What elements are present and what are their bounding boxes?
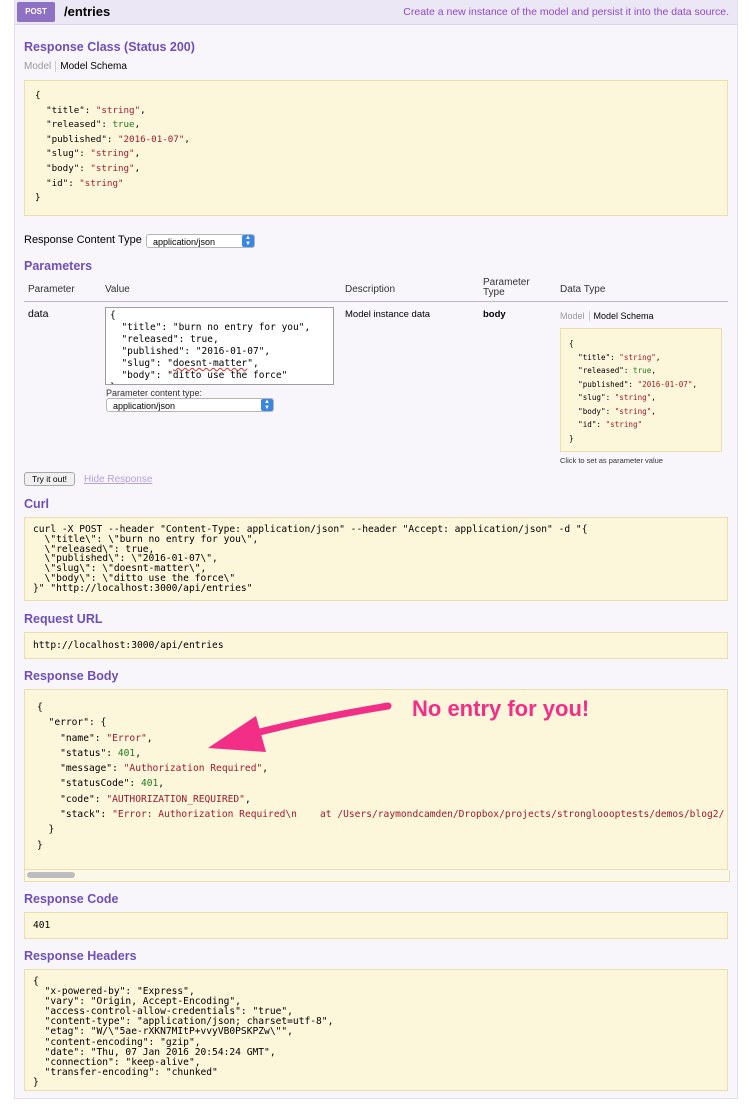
textarea-line: "body": "ditto use the force" [110, 370, 288, 381]
code-line: "id": "string" [35, 177, 124, 189]
chevron-updown-icon: ▲ ▼ [242, 235, 254, 247]
column-header-value: Value [105, 284, 130, 295]
response-class-schema: { "title": "string", "released": true, "… [24, 80, 728, 216]
code-line: } [569, 433, 574, 443]
parameter-type: body [483, 309, 506, 320]
textarea-line: } [110, 382, 329, 384]
code-line: } [35, 192, 41, 204]
textarea-line: "released": true, [110, 334, 219, 345]
endpoint-path[interactable]: /entries [64, 4, 110, 19]
parameter-description: Model instance data [345, 309, 431, 320]
parameters-title: Parameters [24, 259, 93, 273]
code-line: { [35, 90, 41, 101]
annotation-text: No entry for you! [412, 696, 590, 721]
code-line: "message": "Authorization Required", [37, 763, 269, 775]
operation-panel: POST /entries Create a new instance of t… [14, 0, 738, 1099]
response-code-value: 401 [24, 912, 728, 939]
textarea-line: "title": "burn no entry for you", [110, 322, 311, 333]
operation-summary[interactable]: Create a new instance of the model and p… [403, 6, 729, 18]
column-header-description: Description [345, 284, 396, 295]
schema-hint: Click to set as parameter value [560, 456, 663, 465]
parameter-content-type-label: Parameter content type: [106, 388, 203, 398]
scrollbar-thumb[interactable] [27, 872, 75, 878]
annotation-arrow-shaft [248, 702, 392, 738]
code-line: } [37, 839, 43, 851]
hide-response-link[interactable]: Hide Response [84, 474, 152, 485]
code-line: "stack": "Error: Authorization Required\… [37, 809, 725, 821]
response-code-title: Response Code [24, 892, 119, 906]
textarea-line: "published": "2016-01-07", [110, 346, 271, 357]
annotation-arrow-head [208, 716, 266, 752]
code-line: "body": "string", [35, 162, 141, 174]
response-content-type-label: Response Content Type [24, 234, 142, 246]
code-line: "published": "2016-01-07", [35, 133, 190, 145]
try-it-out-button[interactable]: Try it out! [24, 472, 75, 486]
code-line: "title": "string", [569, 352, 661, 362]
code-line: "slug": "string", [35, 148, 141, 160]
code-line: "published": "2016-01-07", [569, 379, 698, 389]
response-body-title: Response Body [24, 669, 119, 683]
code-line: "statusCode": 401, [37, 778, 165, 790]
curl-title: Curl [24, 497, 49, 511]
parameter-name: data [28, 308, 49, 320]
operation-header[interactable]: POST /entries Create a new instance of t… [15, 0, 737, 25]
column-header-data-type: Data Type [560, 284, 606, 295]
code-line: "id": "string" [569, 420, 643, 429]
request-url-value: http://localhost:3000/api/entries [24, 632, 728, 659]
parameter-content-type-value: application/json [113, 401, 176, 411]
parameter-content-type-select[interactable]: application/json ▲ ▼ [106, 398, 274, 412]
tab-model-schema[interactable]: Model Schema [590, 311, 654, 321]
response-headers-value: { "x-powered-by": "Express", "vary": "Or… [24, 969, 728, 1091]
code-line: "body": "string", [569, 406, 656, 416]
code-line: { [569, 339, 574, 348]
code-line: "slug": "string", [569, 393, 656, 402]
response-class-tabs: Model Model Schema [24, 61, 127, 72]
chevron-updown-icon: ▲ ▼ [261, 399, 273, 411]
textarea-line: { [110, 310, 116, 321]
code-line: "released": true, [569, 366, 656, 375]
data-type-schema[interactable]: { "title": "string", "released": true, "… [560, 328, 722, 452]
response-content-type-value: application/json [153, 237, 216, 247]
response-headers-title: Response Headers [24, 949, 137, 963]
http-method-badge: POST [17, 2, 55, 22]
tab-model-schema[interactable]: Model Schema [56, 61, 127, 72]
request-url-title: Request URL [24, 612, 103, 626]
response-class-title: Response Class (Status 200) [24, 40, 195, 54]
data-type-tabs: Model Model Schema [560, 311, 654, 321]
tab-model[interactable]: Model [24, 61, 57, 72]
curl-command: curl -X POST --header "Content-Type: app… [24, 517, 728, 601]
column-header-parameter-type: Parameter Type [483, 277, 530, 298]
code-line: "code": "AUTHORIZATION_REQUIRED", [37, 793, 251, 805]
response-content-type-select[interactable]: application/json ▲ ▼ [146, 234, 255, 248]
annotation-arrow [208, 702, 392, 752]
column-header-parameter: Parameter [28, 284, 75, 295]
code-line: } [37, 824, 55, 836]
spellcheck-word: doesnt-matter [172, 358, 248, 369]
code-line: "released": true, [35, 119, 141, 131]
tab-model[interactable]: Model [560, 311, 590, 321]
parameter-value-textarea[interactable]: { "title": "burn no entry for you", "rel… [105, 307, 334, 385]
code-line: "title": "string", [35, 104, 146, 116]
table-header-divider [24, 301, 728, 302]
response-body-scrollbar[interactable] [24, 870, 730, 882]
textarea-line: "slug": "doesnt-matter", [110, 358, 259, 369]
